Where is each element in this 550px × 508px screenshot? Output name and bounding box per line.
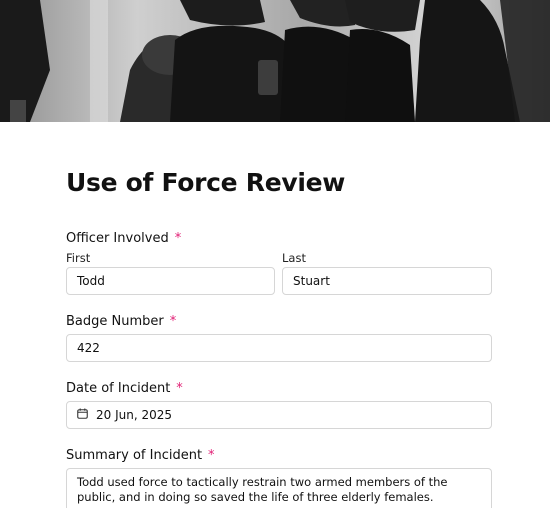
date-of-incident-input[interactable]: 20 Jun, 2025 [66,401,492,429]
calendar-icon [77,402,88,428]
summary-of-incident-label: Summary of Incident * [66,448,215,463]
date-of-incident-label-text: Date of Incident [66,381,171,396]
required-marker: * [174,231,182,246]
summary-of-incident-label-text: Summary of Incident [66,448,203,463]
officer-involved-label-text: Officer Involved [66,231,169,246]
required-marker: * [208,448,215,463]
last-name-input[interactable]: Stuart [282,267,492,295]
page-title: Use of Force Review [66,168,346,197]
summary-of-incident-textarea[interactable]: Todd used force to tactically restrain t… [66,468,492,508]
officer-involved-label: Officer Involved * [66,231,181,246]
date-value: 20 Jun, 2025 [96,408,173,422]
last-name-label: Last [282,251,306,265]
date-of-incident-label: Date of Incident * [66,381,183,396]
required-marker: * [176,381,183,396]
badge-number-label: Badge Number * [66,314,176,329]
first-name-label: First [66,251,91,265]
badge-number-input[interactable]: 422 [66,334,492,362]
first-name-input[interactable]: Todd [66,267,275,295]
badge-number-label-text: Badge Number [66,314,164,329]
header-banner-image [0,0,550,122]
required-marker: * [169,314,177,329]
